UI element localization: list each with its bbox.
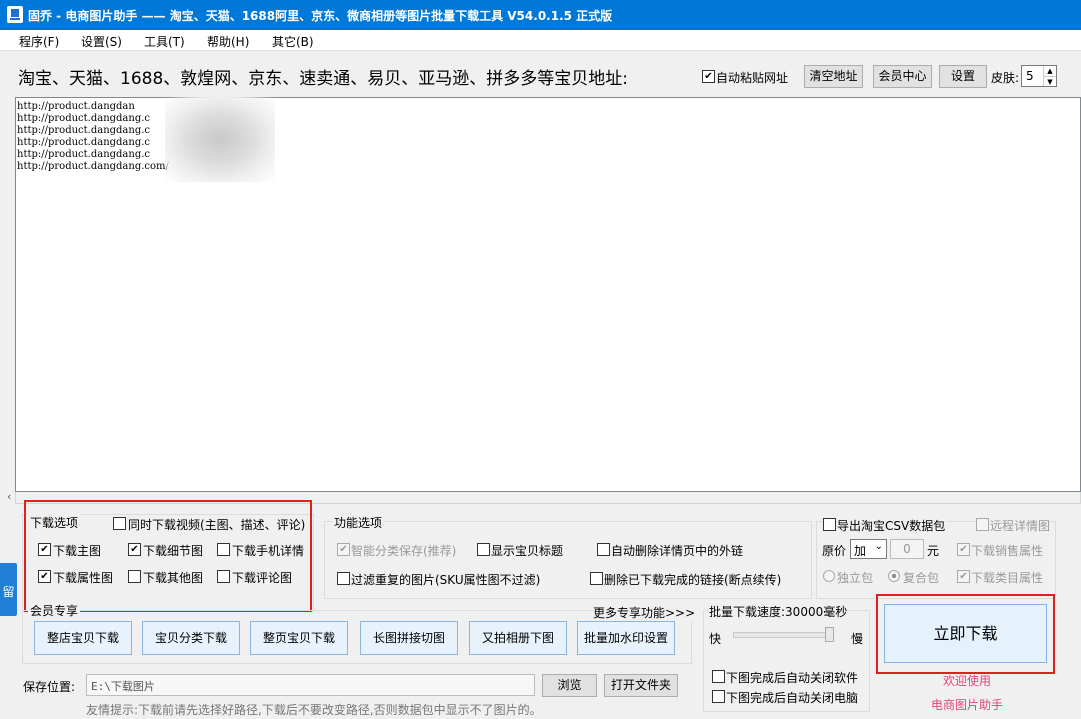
long-image-button[interactable]: 长图拼接切图 xyxy=(360,621,458,655)
title-bar: 固乔 - 电商图片助手 —— 淘宝、天猫、1688阿里、京东、微商相册等图片批量… xyxy=(0,0,1081,30)
speed-fast-label: 快 xyxy=(709,632,722,646)
member-title: 会员专享 xyxy=(28,602,81,619)
price-label: 原价 xyxy=(822,544,847,558)
page-download-button[interactable]: 整页宝贝下载 xyxy=(250,621,348,655)
url-label: 淘宝、天猫、1688、敦煌网、京东、速卖通、易贝、亚马逊、拼多多等宝贝地址: xyxy=(18,69,628,89)
category-download-button[interactable]: 宝贝分类下载 xyxy=(142,621,240,655)
auto-paste-checkbox[interactable] xyxy=(702,70,715,83)
highlight-box-options xyxy=(24,500,312,612)
export-csv-label: 导出淘宝CSV数据包 xyxy=(837,517,948,534)
smart-save-checkbox[interactable] xyxy=(337,543,350,556)
auto-shutdown-label: 下图完成后自动关闭电脑 xyxy=(726,691,859,705)
menu-other[interactable]: 其它(B) xyxy=(272,33,314,50)
combined-radio[interactable] xyxy=(888,570,900,582)
skin-label: 皮肤: xyxy=(991,71,1020,85)
speed-slider-track[interactable] xyxy=(733,632,833,638)
chevron-down-icon: ⌄ xyxy=(874,541,883,552)
auto-paste-label: 自动粘贴网址 xyxy=(716,71,789,85)
spin-up-icon[interactable]: ▲ xyxy=(1043,66,1056,76)
combined-label: 复合包 xyxy=(903,571,940,585)
welcome-text: 欢迎使用 xyxy=(943,674,992,688)
menu-bar: 程序(F) 设置(S) 工具(T) 帮助(H) 其它(B) xyxy=(0,30,1081,51)
app-icon xyxy=(7,6,23,23)
window-title: 固乔 - 电商图片助手 —— 淘宝、天猫、1688阿里、京东、微商相册等图片批量… xyxy=(28,9,613,23)
tip-text: 友情提示:下载前请先选择好路径,下载后不要改变路径,否则数据包中显示不了图片的。 xyxy=(86,703,542,717)
category-attr-checkbox[interactable] xyxy=(957,570,970,583)
remove-links-checkbox[interactable] xyxy=(597,543,610,556)
standalone-radio[interactable] xyxy=(823,570,835,582)
save-location-label: 保存位置: xyxy=(23,680,76,694)
open-folder-button[interactable]: 打开文件夹 xyxy=(604,674,678,697)
watermark-button[interactable]: 批量加水印设置 xyxy=(577,621,675,655)
skin-value: 5 xyxy=(1026,69,1034,83)
member-center-button[interactable]: 会员中心 xyxy=(873,65,932,88)
show-title-label: 显示宝贝标题 xyxy=(491,544,564,558)
album-download-button[interactable]: 又拍相册下图 xyxy=(469,621,567,655)
settings-button[interactable]: 设置 xyxy=(939,65,987,88)
filter-duplicates-label: 过滤重复的图片(SKU属性图不过滤) xyxy=(351,573,541,587)
smart-save-label: 智能分类保存(推荐) xyxy=(351,544,457,558)
menu-tools[interactable]: 工具(T) xyxy=(144,33,185,50)
blurred-region xyxy=(165,97,275,182)
auto-close-app-checkbox[interactable] xyxy=(712,670,725,683)
more-features-link[interactable]: 更多专享功能>>> xyxy=(593,604,696,621)
speed-slow-label: 慢 xyxy=(851,632,864,646)
auto-close-app-label: 下图完成后自动关闭软件 xyxy=(726,671,859,685)
export-csv-checkbox[interactable] xyxy=(823,518,836,531)
price-op-select[interactable]: 加 ⌄ xyxy=(850,539,887,559)
remove-links-label: 自动删除详情页中的外链 xyxy=(611,544,744,558)
speed-label: 批量下载速度:30000毫秒 xyxy=(709,603,848,620)
app-name-text: 电商图片助手 xyxy=(931,698,1004,712)
side-tab[interactable]: 留 xyxy=(0,563,17,616)
category-attr-label: 下载类目属性 xyxy=(971,571,1044,585)
delete-done-links-label: 删除已下载完成的链接(断点续传) xyxy=(604,573,782,587)
menu-help[interactable]: 帮助(H) xyxy=(207,33,249,50)
delete-done-links-checkbox[interactable] xyxy=(590,572,603,585)
price-op-value: 加 xyxy=(854,544,867,558)
spin-down-icon[interactable]: ▼ xyxy=(1043,76,1056,86)
highlight-box-download xyxy=(876,594,1055,674)
shop-download-button[interactable]: 整店宝贝下载 xyxy=(34,621,132,655)
skin-spinner[interactable]: 5 ▲ ▼ xyxy=(1021,65,1057,87)
sales-attr-label: 下载销售属性 xyxy=(971,544,1044,558)
price-unit: 元 xyxy=(927,544,940,558)
standalone-label: 独立包 xyxy=(837,571,874,585)
speed-slider-thumb[interactable] xyxy=(825,627,834,642)
sales-attr-checkbox[interactable] xyxy=(957,543,970,556)
filter-duplicates-checkbox[interactable] xyxy=(337,572,350,585)
price-value-input[interactable]: 0 xyxy=(890,539,924,559)
menu-program[interactable]: 程序(F) xyxy=(19,33,59,50)
auto-shutdown-checkbox[interactable] xyxy=(712,690,725,703)
remote-detail-label: 远程详情图 xyxy=(990,517,1051,534)
scroll-left-icon[interactable]: ‹ xyxy=(7,490,11,503)
menu-settings[interactable]: 设置(S) xyxy=(81,33,122,50)
remote-detail-checkbox[interactable] xyxy=(976,518,989,531)
show-title-checkbox[interactable] xyxy=(477,543,490,556)
browse-button[interactable]: 浏览 xyxy=(542,674,597,697)
function-options-title: 功能选项 xyxy=(332,514,385,531)
price-value: 0 xyxy=(903,542,911,556)
save-path-input[interactable]: E:\下载图片 xyxy=(86,674,535,696)
clear-urls-button[interactable]: 清空地址 xyxy=(804,65,863,88)
